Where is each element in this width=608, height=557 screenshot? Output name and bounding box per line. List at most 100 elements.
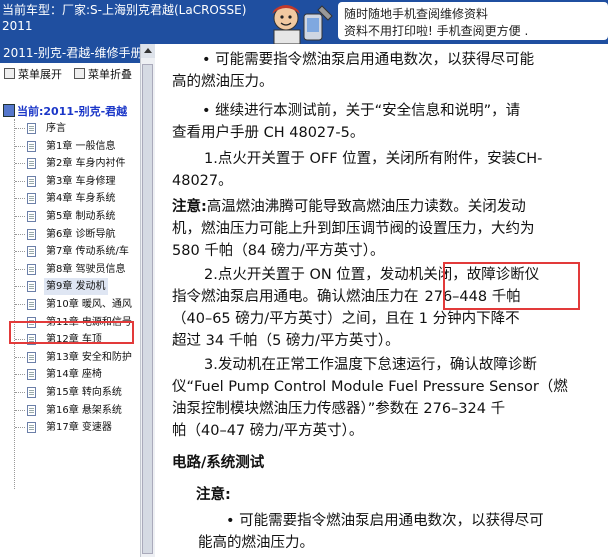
sidebar-item-label: 第15章 转向系统: [46, 387, 122, 398]
sidebar-item[interactable]: 序言: [0, 120, 140, 137]
sidebar-item-label: 第14章 座椅: [46, 369, 102, 381]
tree-connector: [15, 427, 25, 429]
tree-connector: [15, 163, 25, 165]
sidebar-item-label: 第13章 安全和防护: [46, 351, 132, 363]
vehicle-title: 当前车型：厂家:S-上海别克君越(LaCROSSE) 2011: [2, 2, 272, 34]
tree-connector: [15, 128, 25, 129]
step1-line1: 1.点火开关置于 OFF 位置，关闭所有附件，安装CH-: [204, 151, 543, 167]
sidebar-item[interactable]: 第17章 变速器: [0, 419, 140, 436]
sidebar-item[interactable]: 第3章 车身修理: [0, 173, 140, 190]
tree-connector: [15, 145, 25, 147]
page-icon: [27, 404, 36, 416]
top-header: 当前车型：厂家:S-上海别克君越(LaCROSSE) 2011 随时随地手机查阅…: [0, 0, 608, 44]
sidebar-item[interactable]: 第2章 车身内衬件: [0, 155, 140, 172]
bullet1-line2: 高的燃油压力。: [172, 74, 274, 90]
vehicle-title-line2: 2011: [2, 19, 33, 33]
sidebar-title: 2011-别克-君越-维修手册: [0, 44, 140, 63]
expand-menu-button[interactable]: 菜单展开: [4, 66, 62, 82]
page-icon: [27, 158, 36, 170]
scroll-thumb[interactable]: [142, 64, 153, 554]
tree-connector: [15, 304, 25, 305]
page-icon: [27, 193, 36, 205]
tree-connector: [15, 392, 25, 393]
tree-connector: [15, 251, 25, 253]
page-icon: [27, 422, 36, 434]
note-line3: 580 千帕（84 磅力/平方英寸）。: [172, 243, 385, 259]
sidebar-item[interactable]: 第5章 制动系统: [0, 208, 140, 225]
step3-line3: 油泵控制模块燃油压力传感器）”参数在 276–324 千: [172, 401, 506, 417]
ad-text-line2: 资料不用打印啦! 手机查阅更方便 .: [344, 24, 529, 38]
sidebar-item-label: 第8章 驾驶员信息: [46, 263, 126, 275]
page-icon: [27, 351, 36, 363]
tree-connector: [15, 356, 25, 358]
tree-connector: [15, 374, 25, 376]
vehicle-title-line1: 当前车型：厂家:S-上海别克君越(LaCROSSE): [2, 3, 247, 17]
note2-label: 注意:: [196, 487, 231, 503]
page-icon: [27, 211, 36, 222]
collapse-menu-button[interactable]: 菜单折叠: [74, 66, 132, 82]
note-line2: 机，燃油压力可能上升到卸压调节阀的设置压力，大约为: [172, 221, 535, 237]
scroll-up-arrow-icon[interactable]: [141, 44, 155, 58]
sidebar-item-label: 第1章 一般信息: [46, 140, 116, 152]
page-icon: [27, 140, 36, 152]
step1-line2: 48027。: [172, 173, 233, 189]
page-icon: [27, 246, 36, 258]
step3-line4: 帕（40–47 磅力/平方英寸）。: [172, 423, 364, 439]
page-icon: [27, 228, 36, 240]
step3-line1: 3.发动机在正常工作温度下怠速运行，确认故障诊断: [204, 357, 537, 373]
tree-connector: [15, 409, 25, 411]
bullet3-line1: • 可能需要指令燃油泵启用通电数次，以获得尽可: [226, 513, 544, 529]
page-icon: [27, 263, 36, 275]
sidebar-item[interactable]: 第8章 驾驶员信息: [0, 261, 140, 278]
pressure-highlight-box: [443, 262, 580, 310]
tree-connector: [15, 180, 25, 182]
bullet2-line1: • 继续进行本测试前，关于“安全信息和说明”，请: [202, 103, 521, 119]
mobile-ad-banner[interactable]: 随时随地手机查阅维修资料 资料不用打印啦! 手机查阅更方便 .: [338, 2, 608, 40]
sidebar-item[interactable]: 第15章 转向系统: [0, 384, 140, 401]
sidebar-item-label: 第17章 变速器: [46, 422, 112, 434]
page-icon: [27, 175, 36, 187]
sidebar-item-label: 第5章 制动系统: [46, 211, 116, 222]
sidebar-item-label: 序言: [46, 123, 66, 134]
sidebar: 2011-别克-君越-维修手册 菜单展开 菜单折叠 当前:2011-别克-君越 …: [0, 44, 141, 557]
sidebar-item-label: 第4章 车身系统: [46, 193, 116, 205]
sidebar-item[interactable]: 第1章 一般信息: [0, 138, 140, 155]
ad-text-line1: 随时随地手机查阅维修资料: [344, 7, 489, 21]
page-icon: [27, 387, 36, 398]
tree-root[interactable]: 当前:2011-别克-君越: [3, 103, 127, 119]
sidebar-item[interactable]: 第4章 车身系统: [0, 190, 140, 207]
step2-line3: （40–65 磅力/平方英寸）之间，且在 1 分钟内下降不: [172, 311, 520, 327]
bullet2-line2: 查看用户手册 CH 48027-5。: [172, 125, 365, 141]
sidebar-item-label: 第3章 车身修理: [46, 175, 116, 187]
tree-connector: [15, 198, 25, 200]
sidebar-item-label: 第6章 诊断导航: [46, 228, 116, 240]
bullet1-line1: • 可能需要指令燃油泵启用通电数次，以获得尽可能: [202, 52, 535, 68]
step3-line2: 仪“Fuel Pump Control Module Fuel Pressure…: [172, 379, 568, 395]
note-line1: 注意:高温燃油沸腾可能导致高燃油压力读数。关闭发动: [172, 199, 526, 215]
tree-connector: [15, 216, 25, 217]
sidebar-item-label: 第10章 暖风、通风: [46, 299, 132, 310]
sidebar-item-label: 第7章 传动系统/车: [46, 246, 129, 258]
sidebar-item-label: 第9章 发动机: [44, 278, 108, 296]
sidebar-item[interactable]: 第14章 座椅: [0, 366, 140, 383]
tree-connector: [15, 233, 25, 235]
sidebar-item-label: 第2章 车身内衬件: [46, 158, 126, 170]
sidebar-scrollbar[interactable]: [140, 44, 155, 557]
collapse-icon: [74, 68, 85, 79]
tree-connector: [15, 268, 25, 270]
sidebar-item-label: 第16章 悬架系统: [46, 404, 122, 416]
step2-line4: 超过 34 千帕（5 磅力/平方英寸）。: [172, 333, 400, 349]
expand-icon: [4, 68, 15, 79]
page-icon: [27, 369, 36, 381]
page-icon: [27, 299, 36, 310]
sidebar-item[interactable]: 第10章 暖风、通风: [0, 296, 140, 313]
bullet3-line2: 能高的燃油压力。: [198, 535, 314, 551]
sidebar-item[interactable]: 第13章 安全和防护: [0, 349, 140, 366]
sidebar-item[interactable]: 第7章 传动系统/车: [0, 243, 140, 260]
sidebar-item[interactable]: 第9章 发动机: [0, 278, 140, 296]
sidebar-item[interactable]: 第16章 悬架系统: [0, 402, 140, 419]
tree-connector: [15, 286, 25, 288]
note-label: 注意:: [172, 199, 207, 215]
document-content: • 可能需要指令燃油泵启用通电数次，以获得尽可能 高的燃油压力。 • 继续进行本…: [162, 44, 600, 557]
sidebar-item[interactable]: 第6章 诊断导航: [0, 226, 140, 243]
